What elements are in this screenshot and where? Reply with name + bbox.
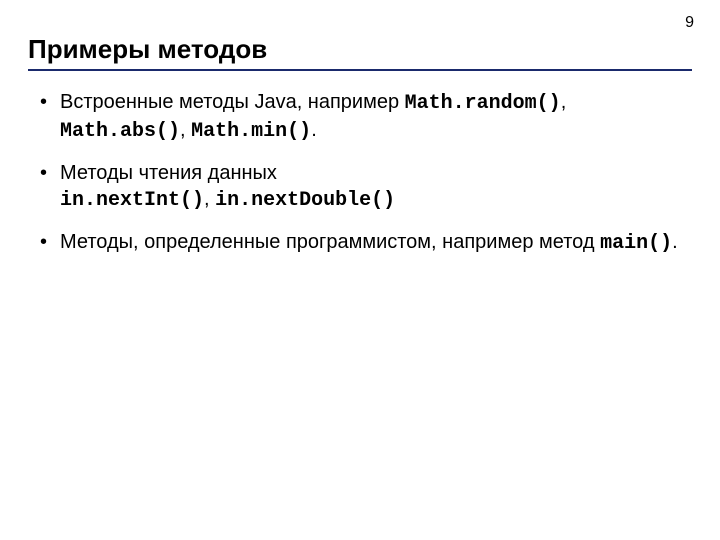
code-snippet: in.nextDouble()	[215, 189, 395, 212]
code-snippet: in.nextInt()	[60, 189, 204, 212]
code-snippet: main()	[600, 232, 672, 255]
title-underline	[28, 69, 692, 71]
list-item: Встроенные методы Java, например Math.ra…	[36, 89, 692, 146]
code-snippet: Math.min()	[191, 120, 311, 143]
bullet-after: .	[672, 231, 678, 253]
separator: ,	[204, 188, 215, 210]
bullet-text: Методы, определенные программистом, напр…	[60, 231, 600, 253]
bullet-list: Встроенные методы Java, например Math.ra…	[28, 89, 692, 257]
slide-title: Примеры методов	[28, 34, 692, 65]
list-item: Методы, определенные программистом, напр…	[36, 229, 692, 257]
page-number: 9	[685, 14, 694, 32]
list-item: Методы чтения данных in.nextInt(), in.ne…	[36, 160, 692, 215]
code-snippet: Math.abs()	[60, 120, 180, 143]
bullet-after: .	[311, 119, 317, 141]
separator: ,	[180, 119, 191, 141]
separator: ,	[561, 91, 567, 113]
bullet-text: Методы чтения данных	[60, 162, 277, 184]
code-snippet: Math.random()	[405, 92, 561, 115]
bullet-text: Встроенные методы Java, например	[60, 91, 405, 113]
